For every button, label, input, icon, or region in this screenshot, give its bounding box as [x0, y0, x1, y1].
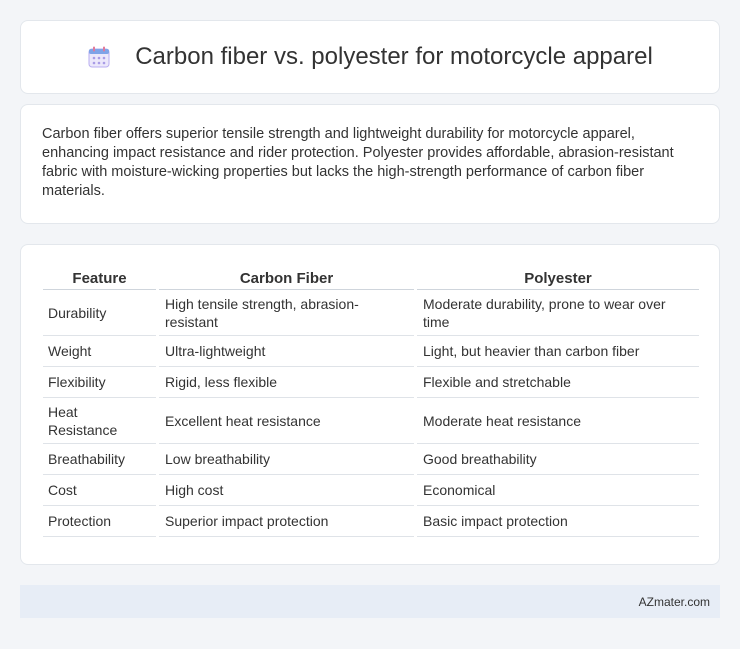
summary-text: Carbon fiber offers superior tensile str… [42, 126, 674, 199]
feature-cell: Breathability [43, 444, 156, 475]
footer-brand: AZmater.com [638, 594, 710, 609]
table-header-row: Feature Carbon Fiber Polyester [43, 266, 699, 290]
footer-bar: AZmater.com [20, 585, 720, 618]
feature-cell: Cost [43, 475, 156, 506]
comparison-card: Feature Carbon Fiber Polyester Durabilit… [20, 244, 720, 565]
table-row: Protection Superior impact protection Ba… [43, 506, 699, 537]
feature-cell: Durability [43, 290, 156, 336]
calendar-icon [87, 45, 111, 69]
table-row: Flexibility Rigid, less flexible Flexibl… [43, 367, 699, 398]
carbon-fiber-cell: Rigid, less flexible [159, 367, 414, 398]
feature-cell: Heat Resistance [43, 398, 156, 444]
table-row: Cost High cost Economical [43, 475, 699, 506]
comparison-table: Feature Carbon Fiber Polyester Durabilit… [40, 266, 702, 537]
column-header-carbon-fiber: Carbon Fiber [159, 266, 414, 290]
feature-cell: Flexibility [43, 367, 156, 398]
polyester-cell: Good breathability [417, 444, 699, 475]
polyester-cell: Flexible and stretchable [417, 367, 699, 398]
title-card: Carbon fiber vs. polyester for motorcycl… [20, 20, 720, 94]
carbon-fiber-cell: High cost [159, 475, 414, 506]
carbon-fiber-cell: Excellent heat resistance [159, 398, 414, 444]
table-row: Heat Resistance Excellent heat resistanc… [43, 398, 699, 444]
polyester-cell: Light, but heavier than carbon fiber [417, 336, 699, 367]
summary-card: Carbon fiber offers superior tensile str… [20, 104, 720, 224]
table-row: Breathability Low breathability Good bre… [43, 444, 699, 475]
polyester-cell: Moderate heat resistance [417, 398, 699, 444]
column-header-feature: Feature [43, 266, 156, 290]
page-title: Carbon fiber vs. polyester for motorcycl… [135, 43, 653, 70]
carbon-fiber-cell: Superior impact protection [159, 506, 414, 537]
column-header-polyester: Polyester [417, 266, 699, 290]
carbon-fiber-cell: High tensile strength, abrasion-resistan… [159, 290, 414, 336]
polyester-cell: Basic impact protection [417, 506, 699, 537]
polyester-cell: Moderate durability, prone to wear over … [417, 290, 699, 336]
feature-cell: Protection [43, 506, 156, 537]
polyester-cell: Economical [417, 475, 699, 506]
carbon-fiber-cell: Ultra-lightweight [159, 336, 414, 367]
table-row: Durability High tensile strength, abrasi… [43, 290, 699, 336]
carbon-fiber-cell: Low breathability [159, 444, 414, 475]
feature-cell: Weight [43, 336, 156, 367]
table-row: Weight Ultra-lightweight Light, but heav… [43, 336, 699, 367]
